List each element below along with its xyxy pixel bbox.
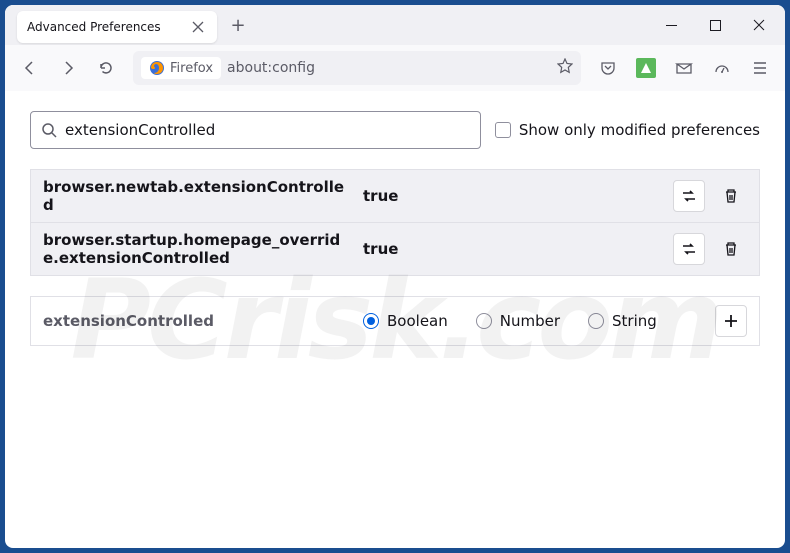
checkbox-label: Show only modified preferences bbox=[519, 121, 760, 139]
content-area: PCrisk.com Show only modified preference… bbox=[5, 91, 785, 548]
back-button[interactable] bbox=[13, 51, 47, 85]
titlebar: Advanced Preferences + bbox=[5, 5, 785, 45]
window-minimize-button[interactable] bbox=[649, 6, 693, 44]
window-maximize-button[interactable] bbox=[693, 6, 737, 44]
radio-boolean[interactable]: Boolean bbox=[363, 312, 448, 330]
new-pref-row: extensionControlled Boolean Number Strin… bbox=[30, 296, 760, 346]
pref-row[interactable]: browser.newtab.extensionControlled true bbox=[31, 170, 759, 222]
checkbox-icon bbox=[495, 122, 511, 138]
pocket-icon[interactable] bbox=[591, 51, 625, 85]
delete-button[interactable] bbox=[715, 233, 747, 265]
window-close-button[interactable] bbox=[737, 6, 781, 44]
identity-label: Firefox bbox=[170, 61, 213, 76]
pref-value: true bbox=[363, 240, 663, 258]
type-radios: Boolean Number String bbox=[363, 312, 705, 330]
firefox-icon bbox=[149, 60, 165, 76]
toggle-button[interactable] bbox=[673, 233, 705, 265]
new-pref-name: extensionControlled bbox=[43, 312, 353, 330]
inbox-icon[interactable] bbox=[667, 51, 701, 85]
delete-button[interactable] bbox=[715, 180, 747, 212]
add-button[interactable] bbox=[715, 305, 747, 337]
search-row: Show only modified preferences bbox=[30, 111, 760, 149]
pref-name: browser.startup.homepage_override.extens… bbox=[43, 231, 353, 267]
radio-icon bbox=[363, 313, 379, 329]
browser-window: Advanced Preferences + Firefox about:con… bbox=[5, 5, 785, 548]
radio-icon bbox=[476, 313, 492, 329]
gauge-icon[interactable] bbox=[705, 51, 739, 85]
tab-title: Advanced Preferences bbox=[27, 20, 189, 34]
url-bar[interactable]: Firefox about:config bbox=[133, 51, 581, 85]
pref-search-input[interactable] bbox=[65, 121, 470, 139]
radio-string[interactable]: String bbox=[588, 312, 657, 330]
nav-toolbar: Firefox about:config bbox=[5, 45, 785, 91]
close-tab-icon[interactable] bbox=[189, 18, 207, 36]
reload-button[interactable] bbox=[89, 51, 123, 85]
pref-list: browser.newtab.extensionControlled true … bbox=[30, 169, 760, 276]
toggle-button[interactable] bbox=[673, 180, 705, 212]
menu-button[interactable] bbox=[743, 51, 777, 85]
pref-row[interactable]: browser.startup.homepage_override.extens… bbox=[31, 222, 759, 275]
bookmark-star-icon[interactable] bbox=[557, 58, 573, 78]
radio-number[interactable]: Number bbox=[476, 312, 560, 330]
extension-icon[interactable] bbox=[629, 51, 663, 85]
pref-search-box[interactable] bbox=[30, 111, 481, 149]
radio-icon bbox=[588, 313, 604, 329]
search-icon bbox=[41, 122, 57, 138]
pref-name: browser.newtab.extensionControlled bbox=[43, 178, 353, 214]
browser-tab[interactable]: Advanced Preferences bbox=[17, 11, 217, 43]
identity-box[interactable]: Firefox bbox=[141, 57, 221, 79]
url-text: about:config bbox=[227, 60, 551, 76]
forward-button[interactable] bbox=[51, 51, 85, 85]
pref-value: true bbox=[363, 187, 663, 205]
modified-only-checkbox[interactable]: Show only modified preferences bbox=[495, 121, 760, 139]
new-tab-button[interactable]: + bbox=[223, 10, 253, 40]
